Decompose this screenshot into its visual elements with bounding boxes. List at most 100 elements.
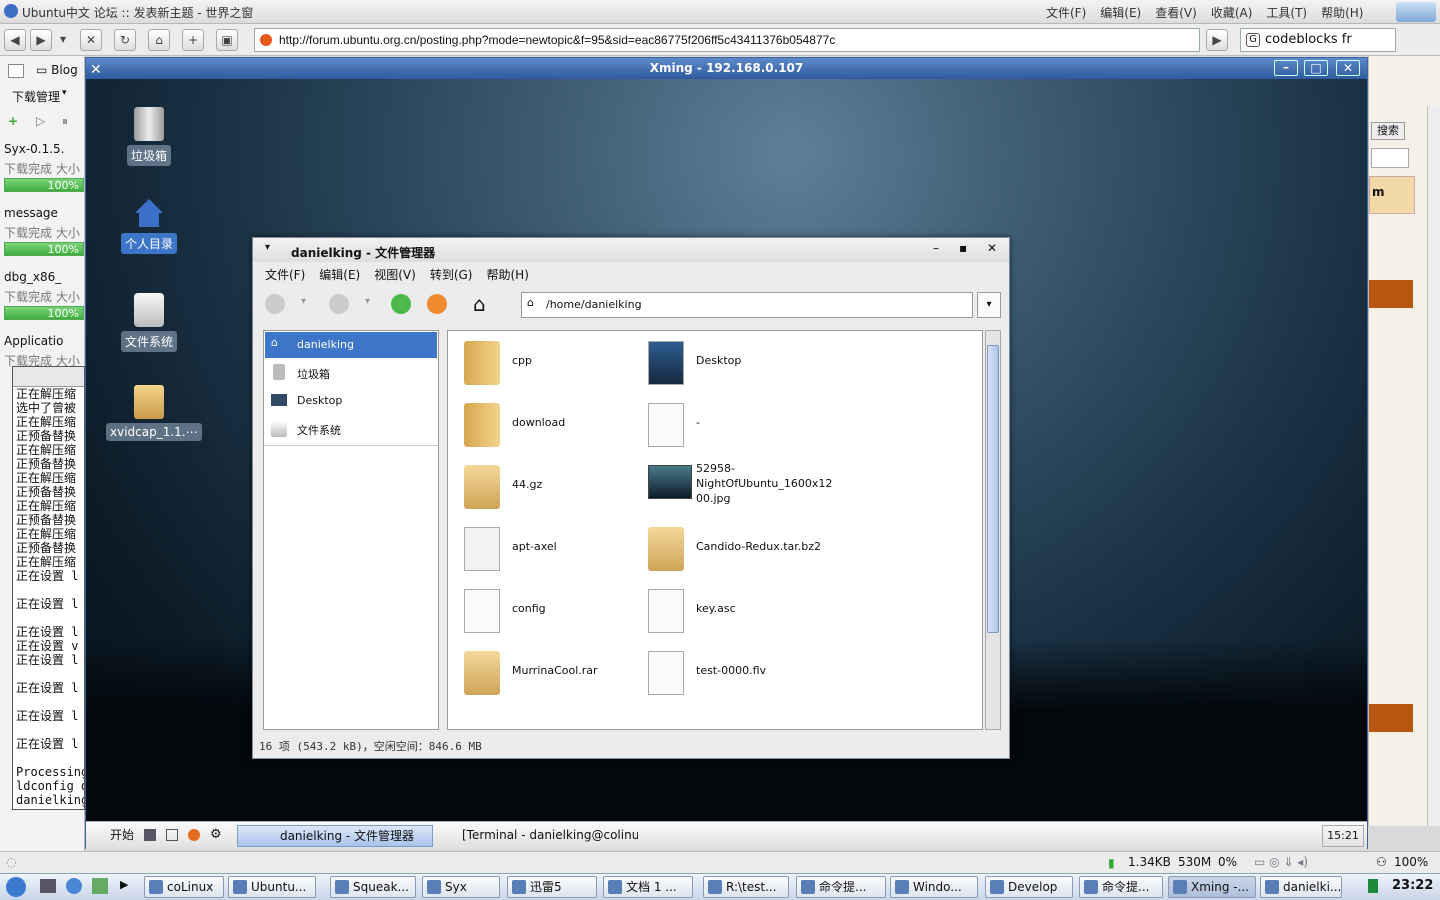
home-icon[interactable]: ⌂ bbox=[473, 292, 486, 316]
side-item-trash[interactable]: 垃圾箱 bbox=[265, 360, 437, 386]
desktop-icon-filesystem[interactable]: 文件系统 bbox=[106, 293, 192, 352]
settings-icon[interactable]: ⚙ bbox=[210, 827, 222, 842]
tray-icon[interactable] bbox=[1368, 879, 1378, 893]
go-icon[interactable]: ▶ bbox=[1206, 29, 1228, 51]
stop-icon[interactable] bbox=[427, 294, 447, 314]
new-tab-icon[interactable]: + bbox=[182, 29, 204, 51]
minimize-icon[interactable]: – bbox=[933, 241, 939, 255]
file-item[interactable]: config bbox=[454, 581, 638, 641]
home-icon[interactable]: ⌂ bbox=[148, 29, 170, 51]
file-item[interactable]: Desktop bbox=[638, 333, 822, 393]
start-download-icon[interactable]: ▷ bbox=[36, 114, 45, 128]
taskbar-button[interactable]: 迅雷5 bbox=[507, 876, 597, 898]
terminal-launcher-icon[interactable] bbox=[144, 829, 156, 841]
search-button[interactable]: 搜索 bbox=[1371, 122, 1405, 140]
terminal-window[interactable]: 正在解压缩 选中了曾被 正在解压缩 正预备替换 正在解压缩 正预备替换 正在解压缩 正预备替换… bbox=[12, 366, 85, 810]
file-item[interactable]: - bbox=[638, 395, 822, 455]
back-icon[interactable]: ◀ bbox=[4, 29, 26, 51]
app-quicklaunch-icon[interactable] bbox=[92, 878, 108, 894]
sidebar-tab-blog[interactable]: ▭ Blog bbox=[36, 63, 78, 77]
stop-icon[interactable]: ✕ bbox=[80, 29, 102, 51]
start-menu-button[interactable]: 开始 bbox=[90, 825, 134, 847]
file-icon-view[interactable]: cpp Desktop download - 44.gz 52958- NightOfUb… bbox=[447, 330, 983, 730]
fm-menu-go[interactable]: 转到(G) bbox=[430, 266, 473, 284]
taskbar-button[interactable]: Squeak... bbox=[330, 876, 416, 898]
task-terminal[interactable]: [Terminal - danielking@colinux:⋯ bbox=[438, 825, 638, 847]
add-download-icon[interactable]: + bbox=[8, 114, 18, 128]
taskbar-button[interactable]: danielki... bbox=[1260, 876, 1342, 898]
right-panel-item[interactable]: m bbox=[1369, 176, 1415, 214]
fm-menu-file[interactable]: 文件(F) bbox=[265, 266, 305, 284]
select-box[interactable] bbox=[1371, 148, 1409, 168]
zoom-level[interactable]: 100% bbox=[1394, 855, 1428, 869]
taskbar-button[interactable]: 命令提... bbox=[1079, 876, 1163, 898]
download-manager-label[interactable]: 下载管理 bbox=[12, 88, 60, 105]
side-item-desktop[interactable]: Desktop bbox=[265, 388, 437, 414]
file-item[interactable]: 52958- NightOfUbuntu_1600x12 00.jpg bbox=[638, 457, 832, 517]
expand-icon[interactable]: ▶ bbox=[120, 878, 128, 891]
side-item-home[interactable]: ⌂ danielking bbox=[265, 332, 437, 358]
fm-menu-help[interactable]: 帮助(H) bbox=[486, 266, 528, 284]
browser-launcher-icon[interactable] bbox=[188, 829, 200, 841]
side-item-filesystem[interactable]: 文件系统 bbox=[265, 416, 437, 442]
file-item[interactable]: apt-axel bbox=[454, 519, 638, 579]
history-dropdown-icon[interactable]: ▾ bbox=[56, 29, 70, 51]
desktop-icon-package[interactable]: xvidcap_1.1.⋯ bbox=[106, 385, 202, 441]
search-input[interactable]: G codeblocks fr bbox=[1240, 28, 1396, 52]
chevron-down-icon[interactable]: ▾ bbox=[62, 88, 67, 98]
show-desktop-icon[interactable] bbox=[40, 879, 56, 893]
restore-tab-icon[interactable]: ▣ bbox=[216, 29, 238, 51]
location-input[interactable]: ⌂ /home/danielking bbox=[521, 292, 973, 318]
file-item[interactable]: Candido-Redux.tar.bz2 bbox=[638, 519, 822, 579]
page-scrollbar[interactable] bbox=[1427, 106, 1440, 826]
file-item[interactable]: test-0000.flv bbox=[638, 643, 822, 703]
taskbar-button[interactable]: Windo... bbox=[890, 876, 978, 898]
pause-download-icon[interactable]: ⏸ bbox=[62, 114, 68, 129]
desktop-icon-home[interactable]: 个人目录 bbox=[106, 199, 192, 254]
file-manager-launcher-icon[interactable] bbox=[166, 829, 178, 841]
download-item[interactable]: dbg_x86_ 下载完成 大小 100% bbox=[4, 270, 84, 320]
book-icon[interactable] bbox=[8, 64, 24, 78]
file-item[interactable]: cpp bbox=[454, 333, 638, 393]
taskbar-button[interactable]: 文档 1 ... bbox=[603, 876, 693, 898]
forward-icon[interactable]: ▶ bbox=[30, 29, 52, 51]
taskbar-button[interactable]: R:\test... bbox=[703, 876, 789, 898]
start-orb-icon[interactable] bbox=[6, 877, 26, 897]
chevron-down-icon[interactable]: ▾ bbox=[365, 296, 370, 307]
menu-favorites[interactable]: 收藏(A) bbox=[1211, 4, 1253, 21]
file-item[interactable]: key.asc bbox=[638, 581, 822, 641]
toolbar-icons[interactable]: ▭ ◎ ⇓ ◂) bbox=[1254, 855, 1308, 869]
close-icon[interactable]: ✕ bbox=[987, 241, 997, 255]
taskbar-button[interactable]: Ubuntu... bbox=[228, 876, 316, 898]
taskbar-button[interactable]: Syx bbox=[422, 876, 500, 898]
file-item[interactable]: MurrinaCool.rar bbox=[454, 643, 638, 703]
browser-quicklaunch-icon[interactable] bbox=[66, 878, 82, 894]
taskbar-button[interactable]: coLinux bbox=[144, 876, 224, 898]
file-item[interactable]: download bbox=[454, 395, 638, 455]
file-view-scrollbar[interactable] bbox=[985, 330, 1001, 730]
minimize-icon[interactable]: – bbox=[1274, 60, 1298, 76]
scrollbar-thumb[interactable] bbox=[987, 345, 999, 633]
fm-menu-view[interactable]: 视图(V) bbox=[374, 266, 416, 284]
reload-icon[interactable]: ↻ bbox=[114, 29, 136, 51]
forward-icon[interactable] bbox=[329, 294, 349, 314]
menu-view[interactable]: 查看(V) bbox=[1155, 4, 1197, 21]
maximize-icon[interactable]: □ bbox=[1304, 60, 1328, 76]
fm-menu-edit[interactable]: 编辑(E) bbox=[319, 266, 360, 284]
close-icon[interactable]: ✕ bbox=[1336, 60, 1360, 76]
file-item[interactable]: 44.gz bbox=[454, 457, 638, 517]
task-file-manager[interactable]: danielking - 文件管理器 bbox=[237, 825, 433, 847]
chevron-down-icon[interactable]: ▾ bbox=[301, 296, 306, 307]
address-input[interactable]: http://forum.ubuntu.org.cn/posting.php?m… bbox=[254, 28, 1200, 52]
maximize-icon[interactable]: ▪ bbox=[959, 241, 967, 255]
menu-tools[interactable]: 工具(T) bbox=[1266, 4, 1307, 21]
menu-edit[interactable]: 编辑(E) bbox=[1100, 4, 1141, 21]
download-item[interactable]: Applicatio 下载完成 大小 bbox=[4, 334, 84, 370]
up-icon[interactable] bbox=[391, 294, 411, 314]
back-icon[interactable] bbox=[265, 294, 285, 314]
window-controls[interactable] bbox=[1396, 2, 1436, 22]
menu-file[interactable]: 文件(F) bbox=[1046, 4, 1086, 21]
window-menu-icon[interactable]: ▾ bbox=[265, 242, 270, 253]
location-dropdown-icon[interactable]: ▾ bbox=[977, 292, 1001, 318]
taskbar-button[interactable]: 命令提... bbox=[796, 876, 886, 898]
